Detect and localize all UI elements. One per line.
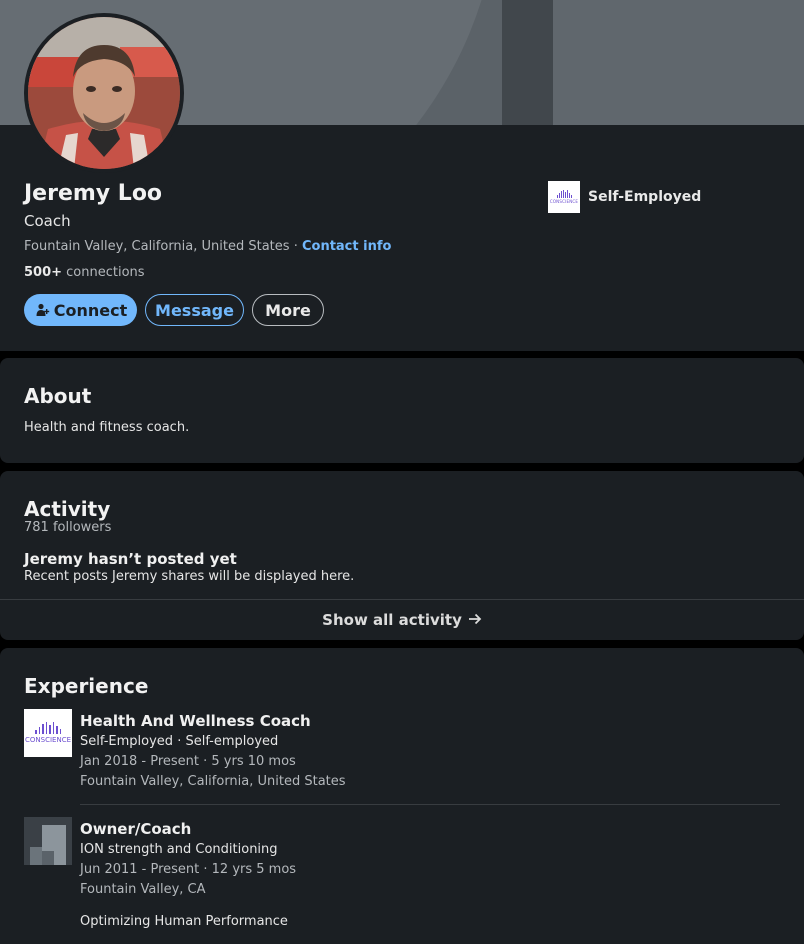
experience-company: ION strength and Conditioning [80, 842, 278, 857]
no-posts-subtitle: Recent posts Jeremy shares will be displ… [24, 569, 355, 584]
profile-name: Jeremy Loo [24, 181, 163, 206]
no-posts-title: Jeremy hasn’t posted yet [24, 550, 237, 568]
contact-info-link[interactable]: Contact info [302, 239, 391, 254]
activity-title: Activity [24, 497, 111, 521]
add-person-icon [36, 303, 50, 317]
about-text: Health and fitness coach. [24, 420, 190, 435]
experience-role[interactable]: Owner/Coach [80, 820, 191, 838]
experience-company: Self-Employed · Self-employed [80, 734, 279, 749]
company-logo-text: CONSCIENCE [549, 199, 579, 204]
experience-description: Optimizing Human Performance [80, 914, 288, 929]
profile-headline: Coach [24, 212, 71, 230]
current-company-link[interactable]: CONSCIENCE Self-Employed [548, 181, 701, 213]
location-separator: · [289, 239, 302, 254]
about-section [0, 358, 804, 463]
experience-location: Fountain Valley, CA [80, 882, 206, 897]
more-button[interactable]: More [252, 294, 324, 326]
profile-location-line: Fountain Valley, California, United Stat… [24, 239, 391, 254]
experience-dates: Jan 2018 - Present · 5 yrs 10 mos [80, 754, 296, 769]
arrow-right-icon [468, 611, 482, 629]
experience-location: Fountain Valley, California, United Stat… [80, 774, 346, 789]
profile-top-card: Jeremy Loo Coach Fountain Valley, Califo… [0, 0, 804, 351]
connections-number: 500+ [24, 265, 63, 280]
experience-role[interactable]: Health And Wellness Coach [80, 712, 311, 730]
message-button[interactable]: Message [145, 294, 244, 326]
followers-count: 781 followers [24, 520, 112, 535]
avatar[interactable] [24, 13, 184, 173]
profile-location: Fountain Valley, California, United Stat… [24, 239, 290, 254]
profile-actions: Connect Message More [24, 294, 324, 326]
experience-company-logo[interactable] [24, 817, 72, 865]
experience-company-logo[interactable]: CONSCIENCE [24, 709, 72, 757]
connect-label: Connect [53, 300, 128, 320]
experience-title: Experience [24, 674, 149, 698]
current-company-name: Self-Employed [588, 189, 702, 205]
experience-logo-text: CONSCIENCE [25, 736, 71, 744]
experience-dates: Jun 2011 - Present · 12 yrs 5 mos [80, 862, 297, 877]
show-all-label: Show all activity [322, 611, 462, 629]
connect-button[interactable]: Connect [24, 294, 137, 326]
company-logo: CONSCIENCE [548, 181, 580, 213]
about-title: About [24, 384, 92, 408]
experience-divider [80, 804, 780, 805]
connections-count[interactable]: 500+ connections [24, 265, 145, 280]
show-all-activity-button[interactable]: Show all activity [0, 600, 804, 640]
connections-label: connections [62, 265, 145, 280]
